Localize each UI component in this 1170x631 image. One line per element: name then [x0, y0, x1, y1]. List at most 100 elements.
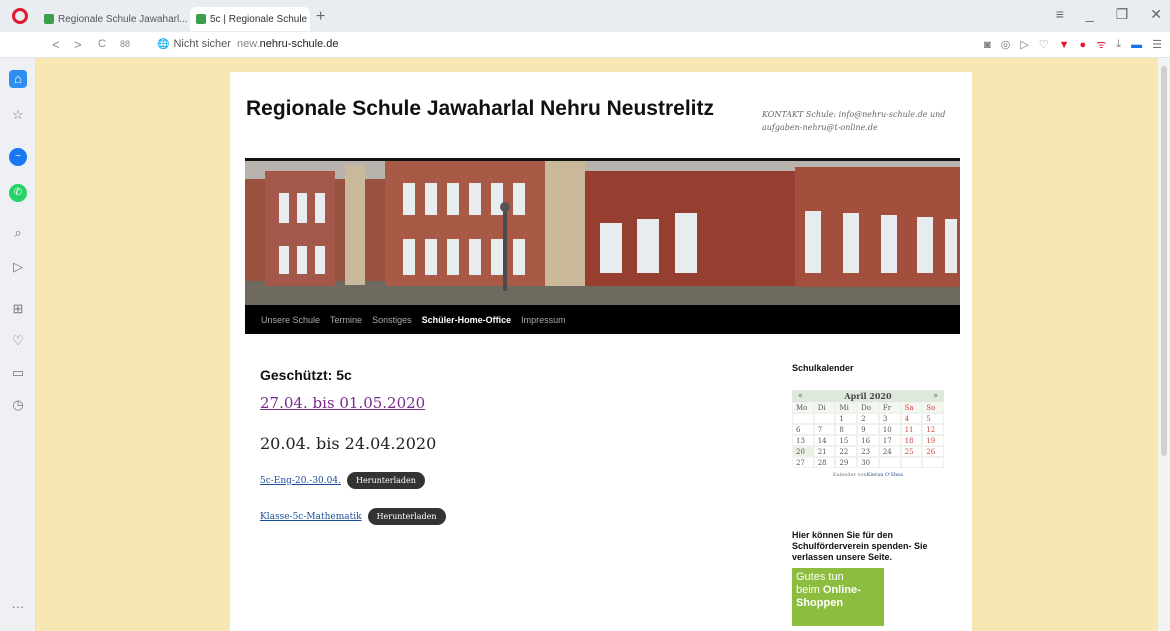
calendar-day: 21 [813, 446, 836, 457]
site-description: KONTAKT Schule: info@nehru-schule.de und… [762, 110, 946, 132]
send-icon[interactable]: ▷ [9, 258, 27, 276]
tab-menu-icon[interactable]: ≡ [1056, 6, 1064, 23]
battery-icon[interactable]: ▬ [1131, 39, 1142, 51]
minimize-icon[interactable]: _ [1086, 6, 1094, 23]
whatsapp-icon[interactable]: ✆ [9, 184, 27, 202]
favicon-icon [44, 14, 54, 24]
download-file-link[interactable]: 5c-Eng-20.-30.04. [260, 476, 341, 486]
weekday-label: Mi [835, 402, 858, 413]
new-tab-icon[interactable]: + [316, 8, 325, 26]
globe-icon: 🌐 [157, 38, 170, 50]
reload-button[interactable]: C [98, 38, 106, 50]
calendar-grid: Mo Di Mi Do Fr Sa So 1 2 3 4 5 6 7 8 9 1… [792, 402, 944, 468]
close-window-icon[interactable]: ✕ [1150, 6, 1162, 23]
back-button[interactable]: < [52, 37, 60, 52]
opera-logo-icon[interactable] [12, 8, 28, 24]
site-title[interactable]: Regionale Schule Jawaharlal Nehru Neustr… [246, 97, 714, 121]
nav-unsere-schule[interactable]: Unsere Schule [261, 315, 320, 325]
calendar-day: 8 [835, 424, 858, 435]
toolbar-right: ◙ ◎ ▷ ♡ ▼ ● ᯤ ⤓ ▬ ☰ [984, 37, 1162, 52]
star-icon[interactable]: ☆ [9, 106, 27, 124]
calendar-day: 18 [900, 435, 923, 446]
adblock-shield-icon[interactable]: ▼ [1059, 39, 1070, 51]
easy-setup-icon[interactable]: ◎ [1001, 38, 1011, 51]
messenger-icon[interactable]: ~ [9, 148, 27, 166]
nav-impressum[interactable]: Impressum [521, 315, 566, 325]
calendar-day: 14 [813, 435, 836, 446]
tiles-button[interactable]: 88 [120, 39, 130, 49]
weekday-label: So [922, 402, 944, 413]
calendar-day: 30 [857, 457, 879, 468]
restore-icon[interactable]: ❐ [1116, 6, 1129, 23]
bookmarks-heart-icon[interactable]: ♡ [9, 332, 27, 350]
forward-button[interactable]: > [74, 37, 82, 52]
weekday-label: Di [813, 402, 836, 413]
weekday-label: Sa [900, 402, 923, 413]
calendar-day [922, 457, 944, 468]
calendar-day: 27 [792, 457, 814, 468]
calendar-day: 1 [835, 413, 858, 424]
heart-icon[interactable]: ♡ [1039, 38, 1049, 51]
download-icon[interactable]: ⤓ [1116, 38, 1121, 51]
calendar-day [813, 413, 836, 424]
speed-dial-icon[interactable]: ⊞ [9, 300, 27, 318]
calendar-credit: Kalender vonKieran O'Shea [832, 472, 904, 478]
calendar-day: 29 [835, 457, 858, 468]
next-month-button[interactable]: » [933, 391, 938, 401]
donation-note: Hier können Sie für den Schulförderverei… [792, 530, 928, 562]
weekday-label: Mo [792, 402, 814, 413]
header-image [245, 161, 960, 305]
calendar-day: 6 [792, 424, 814, 435]
week-link[interactable]: 27.04. bis 01.05.2020 [260, 394, 425, 412]
url-field[interactable]: new.nehru-schule.de [237, 38, 339, 50]
tab-regionale-schule[interactable]: Regionale Schule Jawaharl... × [38, 7, 188, 31]
download-row: 5c-Eng-20.-30.04. Herunterladen [260, 472, 425, 489]
calendar-day: 3 [878, 413, 901, 424]
calendar-day: 28 [813, 457, 836, 468]
history-icon[interactable]: ◷ [9, 396, 27, 414]
download-row: Klasse-5c-Mathematik Herunterladen [260, 508, 446, 525]
entry-title: Geschützt: 5c [260, 367, 352, 383]
calendar-day: 23 [857, 446, 879, 457]
tab-5c[interactable]: 5c | Regionale Schule Jawa... × [190, 7, 310, 31]
nav-schueler-home-office[interactable]: Schüler-Home-Office [422, 315, 512, 325]
main-navigation: Unsere Schule Termine Sonstiges Schüler-… [245, 305, 960, 334]
address-bar: < > C 88 🌐 Nicht sicher new.nehru-schule… [0, 32, 1170, 58]
snapshot-icon[interactable]: ▭ [9, 364, 27, 382]
nav-sonstiges[interactable]: Sonstiges [372, 315, 412, 325]
search-icon[interactable]: ⌕ [9, 224, 27, 242]
calendar-day: 20 [792, 446, 814, 457]
send-icon[interactable]: ▷ [1020, 38, 1028, 51]
calendar: « April 2020 » Mo Di Mi Do Fr Sa So 1 2 … [792, 390, 944, 478]
extension-icon[interactable]: ● [1080, 39, 1087, 51]
school-building-photo [245, 161, 960, 305]
online-shopping-banner[interactable]: Gutes tun beim Online- Shoppen [792, 568, 884, 626]
calendar-widget-title: Schulkalender [792, 363, 854, 373]
credit-link[interactable]: Kieran O'Shea [867, 472, 904, 478]
calendar-day: 24 [878, 446, 901, 457]
download-button[interactable]: Herunterladen [346, 472, 425, 489]
easy-menu-icon[interactable]: ☰ [1152, 38, 1162, 51]
download-file-link[interactable]: Klasse-5c-Mathematik [260, 512, 362, 522]
calendar-header: « April 2020 » [792, 390, 944, 402]
wifi-icon[interactable]: ᯤ [1096, 37, 1106, 52]
weekday-label: Do [857, 402, 879, 413]
download-button[interactable]: Herunterladen [367, 508, 446, 525]
calendar-day: 11 [900, 424, 923, 435]
camera-icon[interactable]: ◙ [984, 39, 991, 51]
calendar-day: 26 [922, 446, 944, 457]
tab-bar: Regionale Schule Jawaharl... × 5c | Regi… [0, 0, 1170, 32]
calendar-day: 12 [922, 424, 944, 435]
calendar-day: 15 [835, 435, 858, 446]
more-icon[interactable]: ··· [9, 598, 27, 616]
calendar-day: 7 [813, 424, 836, 435]
nav-termine[interactable]: Termine [330, 315, 362, 325]
security-indicator[interactable]: 🌐 Nicht sicher [157, 38, 231, 50]
prev-month-button[interactable]: « [798, 391, 803, 401]
home-icon[interactable]: ⌂ [9, 70, 27, 88]
calendar-day: 16 [857, 435, 879, 446]
scrollbar-thumb[interactable] [1161, 66, 1167, 456]
page-scrollbar[interactable] [1158, 58, 1170, 631]
web-page: Regionale Schule Jawaharlal Nehru Neustr… [230, 72, 972, 631]
calendar-day [792, 413, 814, 424]
